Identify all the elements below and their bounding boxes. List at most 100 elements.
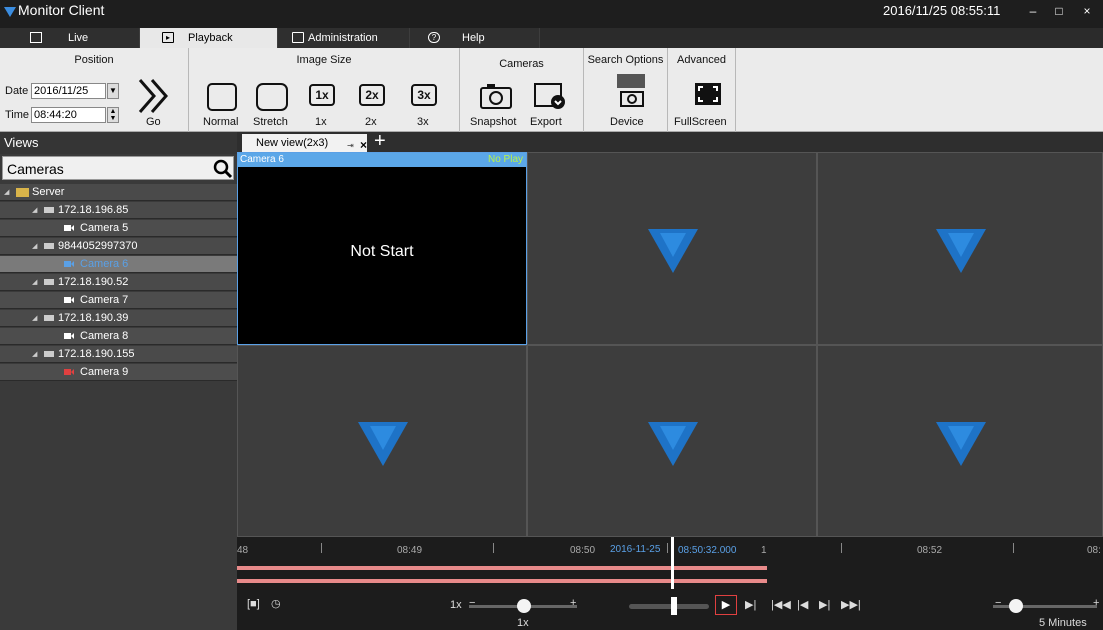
- normal-label: Normal: [203, 116, 239, 128]
- fullscreen-button[interactable]: FullScreen: [674, 82, 730, 130]
- tree-node-device[interactable]: ◢ 172.18.196.85: [0, 202, 237, 219]
- add-view-button[interactable]: +: [374, 130, 386, 153]
- camera-search: [2, 156, 234, 180]
- zoom-3x-icon: 3x: [411, 84, 437, 106]
- tree-node-camera-offline[interactable]: Camera 9: [0, 364, 237, 381]
- tree-node-camera[interactable]: Camera 5: [0, 220, 237, 237]
- nvr-icon: [44, 279, 54, 285]
- timeline-cursor[interactable]: [671, 537, 674, 589]
- help-icon: ?: [428, 32, 440, 43]
- image-size-header: Image Size: [296, 54, 352, 66]
- tree-node-device[interactable]: ◢ 172.18.190.52: [0, 274, 237, 291]
- previous-icon[interactable]: |◀: [797, 598, 808, 611]
- camera-icon: [64, 333, 74, 339]
- advanced-header: Advanced: [677, 54, 726, 66]
- tree-node-label: Camera 8: [80, 330, 129, 342]
- video-cell[interactable]: [817, 345, 1103, 537]
- tree-node-camera[interactable]: Camera 7: [0, 292, 237, 309]
- main-tabs: Live ▸ Playback Administration ? Help: [0, 28, 560, 48]
- next-icon[interactable]: ▶|: [819, 598, 830, 611]
- frame-slider[interactable]: [629, 604, 709, 609]
- nvr-icon: [44, 351, 54, 357]
- frame-slider-knob[interactable]: [671, 597, 677, 615]
- view-tab-label: New view(2x3): [256, 137, 329, 149]
- speed-slider-knob[interactable]: [517, 599, 531, 613]
- normal-button[interactable]: Normal: [203, 82, 241, 130]
- tab-help[interactable]: ? Help: [410, 28, 540, 48]
- search-icon[interactable]: [213, 159, 233, 179]
- tree-node-camera[interactable]: Camera 8: [0, 328, 237, 345]
- date-field[interactable]: 2016/11/25: [31, 83, 106, 99]
- tree-node-device[interactable]: ◢ 172.18.190.39: [0, 310, 237, 327]
- timeline-tick: [667, 543, 668, 553]
- skip-start-icon[interactable]: |◀◀: [771, 598, 791, 611]
- advanced-group: Advanced FullScreen: [668, 48, 736, 132]
- zoom-3x-button[interactable]: 3x 3x: [407, 82, 445, 130]
- video-cell[interactable]: [817, 152, 1103, 345]
- snapshot-label: Snapshot: [470, 116, 517, 128]
- time-field[interactable]: 08:44:20: [31, 107, 106, 123]
- record-bar[interactable]: [237, 579, 767, 583]
- expand-arrow-icon[interactable]: ◢: [32, 238, 37, 255]
- export-button[interactable]: Export: [530, 82, 570, 130]
- expand-arrow-icon[interactable]: ◢: [32, 202, 37, 219]
- search-options-header: Search Options: [587, 54, 664, 66]
- screen-record-icon[interactable]: [■]: [247, 598, 260, 610]
- brand-logo-icon: [936, 422, 986, 466]
- tab-playback[interactable]: ▸ Playback: [140, 28, 278, 48]
- close-button[interactable]: ×: [1076, 2, 1098, 20]
- timeline-label: 08:49: [397, 545, 423, 556]
- interval-slider-knob[interactable]: [1009, 599, 1023, 613]
- expand-arrow-icon[interactable]: ◢: [32, 310, 37, 327]
- zoom-2x-label: 2x: [365, 116, 377, 128]
- device-button[interactable]: Device: [598, 72, 654, 130]
- minimize-button[interactable]: –: [1022, 2, 1044, 20]
- device-label: Device: [610, 116, 644, 128]
- tree-node-label: 172.18.190.39: [58, 312, 129, 324]
- monitor-icon: [30, 32, 42, 43]
- zoom-2x-button[interactable]: 2x 2x: [355, 82, 393, 130]
- next-frame-icon[interactable]: ▶|: [745, 598, 756, 611]
- zoom-3x-label: 3x: [417, 116, 429, 128]
- tree-node-label: 172.18.196.85: [58, 204, 129, 216]
- tree-node-device[interactable]: ◢ 172.18.190.155: [0, 346, 237, 363]
- tab-administration[interactable]: Administration: [278, 28, 410, 48]
- interval-plus-button[interactable]: +: [1093, 597, 1099, 609]
- image-size-group: Image Size Normal Stretch 1x 1x 2x 2x 3x…: [189, 48, 460, 132]
- snapshot-button[interactable]: Snapshot: [470, 82, 516, 130]
- time-spinner[interactable]: ▲ ▼: [107, 107, 119, 123]
- expand-arrow-icon[interactable]: ◢: [32, 274, 37, 291]
- timeline-tick: [493, 543, 494, 553]
- video-cell[interactable]: [527, 152, 817, 345]
- clock-icon[interactable]: ◷: [271, 597, 281, 610]
- play-button[interactable]: ▶: [715, 595, 737, 615]
- stretch-label: Stretch: [253, 116, 288, 128]
- expand-arrow-icon[interactable]: ◢: [32, 346, 37, 363]
- go-button[interactable]: Go: [132, 76, 176, 128]
- skip-end-icon[interactable]: ▶▶|: [841, 598, 861, 611]
- tree-node-device[interactable]: ◢ 9844052997370: [0, 238, 237, 255]
- video-cell[interactable]: [237, 345, 527, 537]
- stretch-button[interactable]: Stretch: [253, 82, 291, 130]
- video-cell-active[interactable]: Camera 6 No Play Not Start: [237, 152, 527, 345]
- cell-header: Camera 6 No Play: [238, 153, 526, 167]
- zoom-1x-label: 1x: [315, 116, 327, 128]
- maximize-button[interactable]: □: [1048, 2, 1070, 20]
- timeline-label: 08:: [1087, 545, 1101, 556]
- tab-live[interactable]: Live: [0, 28, 140, 48]
- stretch-icon: [256, 83, 288, 111]
- record-bar[interactable]: [237, 566, 767, 570]
- zoom-1x-button[interactable]: 1x 1x: [305, 82, 343, 130]
- tree-node-camera-selected[interactable]: Camera 6: [0, 256, 237, 273]
- tree-node-label: Camera 6: [80, 258, 129, 270]
- tree-node-server[interactable]: ◢ Server: [0, 184, 237, 201]
- view-tab[interactable]: New view(2x3) ⇥ ×: [242, 134, 367, 152]
- expand-arrow-icon[interactable]: ◢: [4, 184, 9, 201]
- nvr-icon: [44, 207, 54, 213]
- timeline-label: 08:50: [570, 545, 596, 556]
- tab-help-label: Help: [462, 32, 485, 44]
- date-dropdown-button[interactable]: ▼: [107, 83, 119, 99]
- search-input[interactable]: [7, 160, 207, 178]
- speed-plus-button[interactable]: +: [570, 597, 576, 609]
- video-cell[interactable]: [527, 345, 817, 537]
